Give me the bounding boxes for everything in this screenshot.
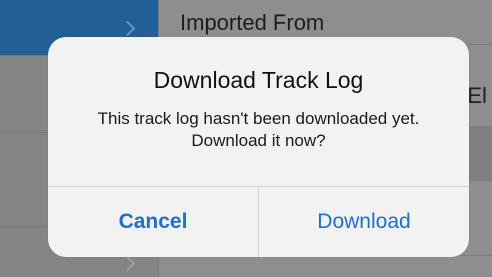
alert-body: Download Track Log This track log hasn't… xyxy=(48,37,469,186)
alert-title: Download Track Log xyxy=(153,67,364,93)
cancel-button[interactable]: Cancel xyxy=(48,187,258,257)
alert-message: This track log hasn't been downloaded ye… xyxy=(97,109,420,150)
imported-from-label: Imported From xyxy=(180,10,325,35)
download-button[interactable]: Download xyxy=(259,187,469,257)
download-track-log-alert: Download Track Log This track log hasn't… xyxy=(48,37,469,257)
